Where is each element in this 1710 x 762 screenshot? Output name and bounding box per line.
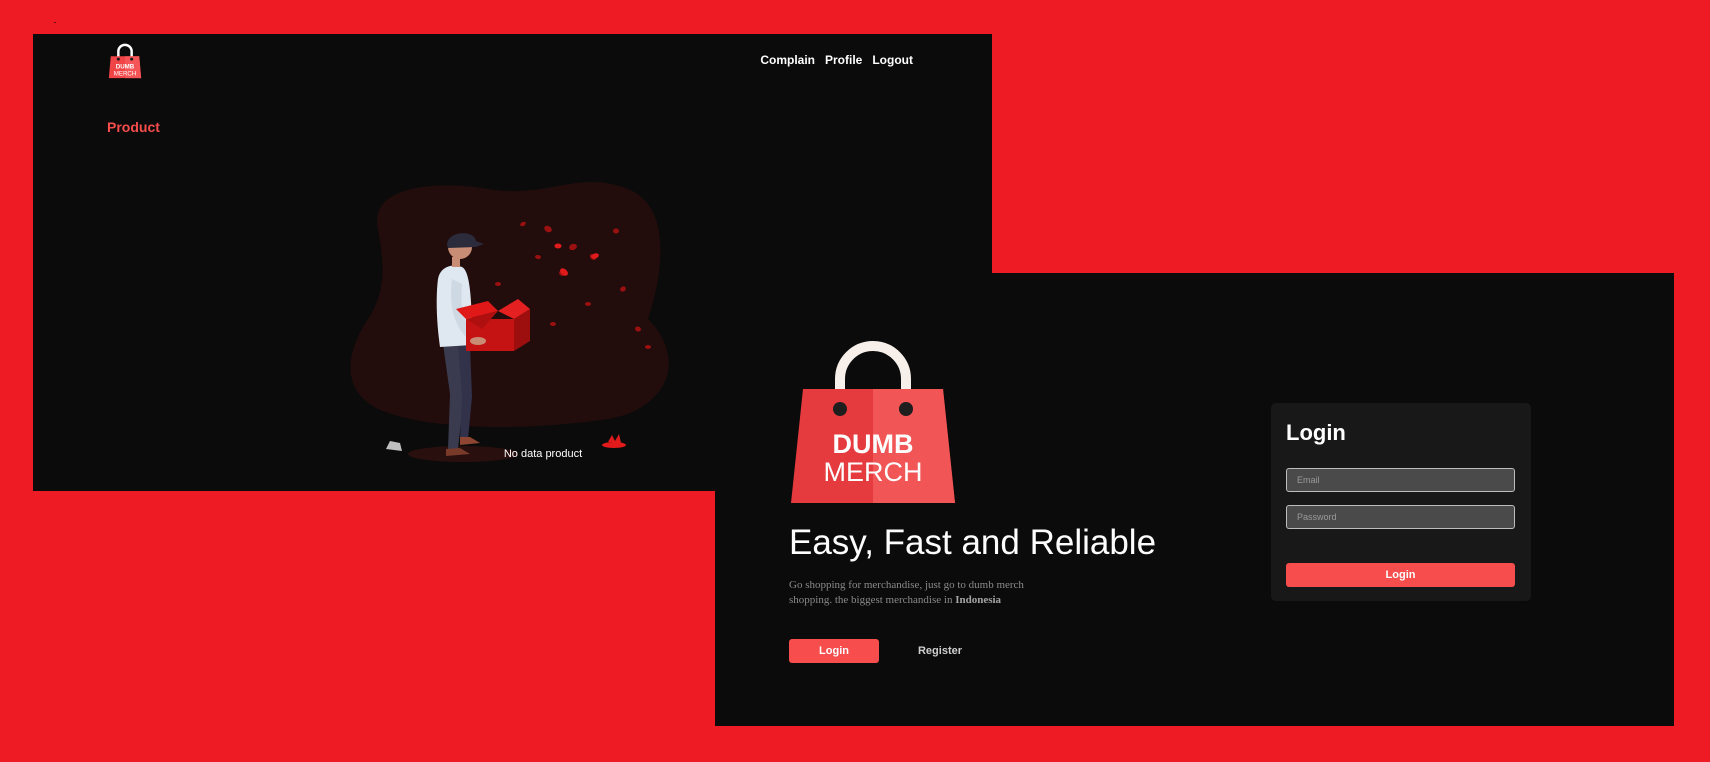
dumbmerch-logo-large: DUMB MERCH <box>791 341 955 503</box>
logo-large-line1: DUMB <box>833 429 914 459</box>
nav-logout-link[interactable]: Logout <box>872 53 913 67</box>
hero-login-button[interactable]: Login <box>789 639 879 663</box>
dumbmerch-logo-small[interactable]: DUMB MERCH <box>106 42 144 80</box>
open-box <box>456 299 530 351</box>
top-navigation: Complain Profile Logout <box>760 53 913 67</box>
hero-description-highlight: Indonesia <box>955 594 1002 606</box>
landing-page-window: DUMB MERCH Easy, Fast and Reliable Go sh… <box>715 273 1674 726</box>
password-input[interactable] <box>1286 505 1515 529</box>
floor-flower <box>602 434 626 448</box>
login-submit-button[interactable]: Login <box>1286 563 1515 587</box>
empty-box-illustration <box>350 181 669 462</box>
login-heading: Login <box>1286 420 1346 445</box>
email-input[interactable] <box>1286 468 1515 492</box>
nav-profile-link[interactable]: Profile <box>825 53 862 67</box>
hero-description: Go shopping for merchandise, just go to … <box>789 578 1049 608</box>
login-card: Login Login <box>1271 403 1531 601</box>
decorative-speck <box>54 22 56 23</box>
hero-register-button[interactable]: Register <box>895 639 985 663</box>
nav-complain-link[interactable]: Complain <box>760 53 815 67</box>
logo-large-line2: MERCH <box>824 457 923 487</box>
logo-small-line2: MERCH <box>114 70 137 77</box>
product-section-title: Product <box>107 119 160 135</box>
hero-title: Easy, Fast and Reliable <box>789 523 1157 562</box>
